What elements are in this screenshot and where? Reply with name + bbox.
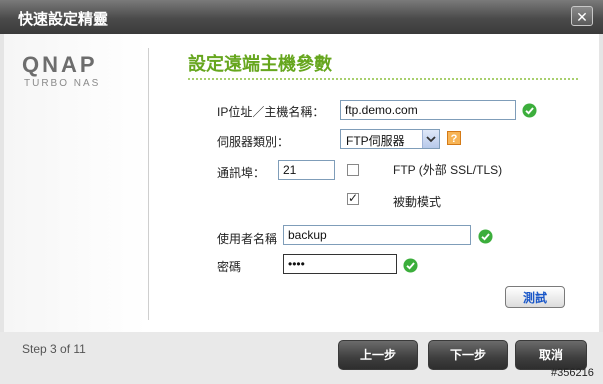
close-button[interactable]: ✕ (571, 6, 593, 26)
port-label: 通訊埠： (217, 166, 266, 180)
footer-bar (0, 332, 603, 384)
check-circle-icon (478, 229, 493, 244)
server-type-label: 伺服器類別： (217, 135, 290, 149)
server-type-select[interactable]: FTP伺服器 (340, 129, 440, 149)
ftp-ssl-checkbox[interactable] (347, 164, 359, 176)
username-input[interactable]: backup (283, 225, 471, 245)
password-input[interactable]: •••• (283, 254, 397, 274)
check-circle-icon (522, 103, 537, 118)
window-title: 快速設定精靈 (18, 11, 109, 28)
chevron-down-icon (422, 130, 439, 148)
back-button[interactable]: 上一步 (338, 340, 418, 370)
page-heading: 設定遠端主機參數 (188, 54, 332, 74)
watermark: #356216 (551, 367, 594, 379)
host-label: IP位址／主機名稱： (217, 105, 325, 119)
title-bar: 快速設定精靈 ✕ (0, 0, 603, 34)
cancel-button[interactable]: 取消 (515, 340, 587, 370)
server-type-value: FTP伺服器 (346, 134, 405, 148)
host-input[interactable]: ftp.demo.com (340, 100, 516, 120)
ftp-ssl-label: FTP (外部 SSL/TLS) (393, 163, 503, 177)
next-button[interactable]: 下一步 (428, 340, 508, 370)
sidebar-divider (148, 48, 149, 320)
step-indicator: Step 3 of 11 (22, 342, 86, 356)
qnap-logo: QNAP (22, 52, 98, 77)
wizard-window: 快速設定精靈 ✕ QNAP TURBO NAS 設定遠端主機參數 IP位址／主機… (0, 0, 603, 384)
username-label: 使用者名稱 (217, 232, 278, 246)
passive-mode-label: 被動模式 (393, 195, 442, 209)
test-button[interactable]: 測試 (505, 286, 565, 308)
port-input[interactable]: 21 (278, 160, 335, 180)
logo-subtitle: TURBO NAS (24, 78, 101, 89)
heading-divider (188, 78, 578, 80)
password-label: 密碼 (217, 260, 242, 274)
close-icon: ✕ (576, 9, 588, 25)
passive-mode-checkbox[interactable] (347, 191, 359, 205)
question-icon[interactable]: ? (447, 131, 461, 145)
check-circle-icon (403, 258, 418, 273)
